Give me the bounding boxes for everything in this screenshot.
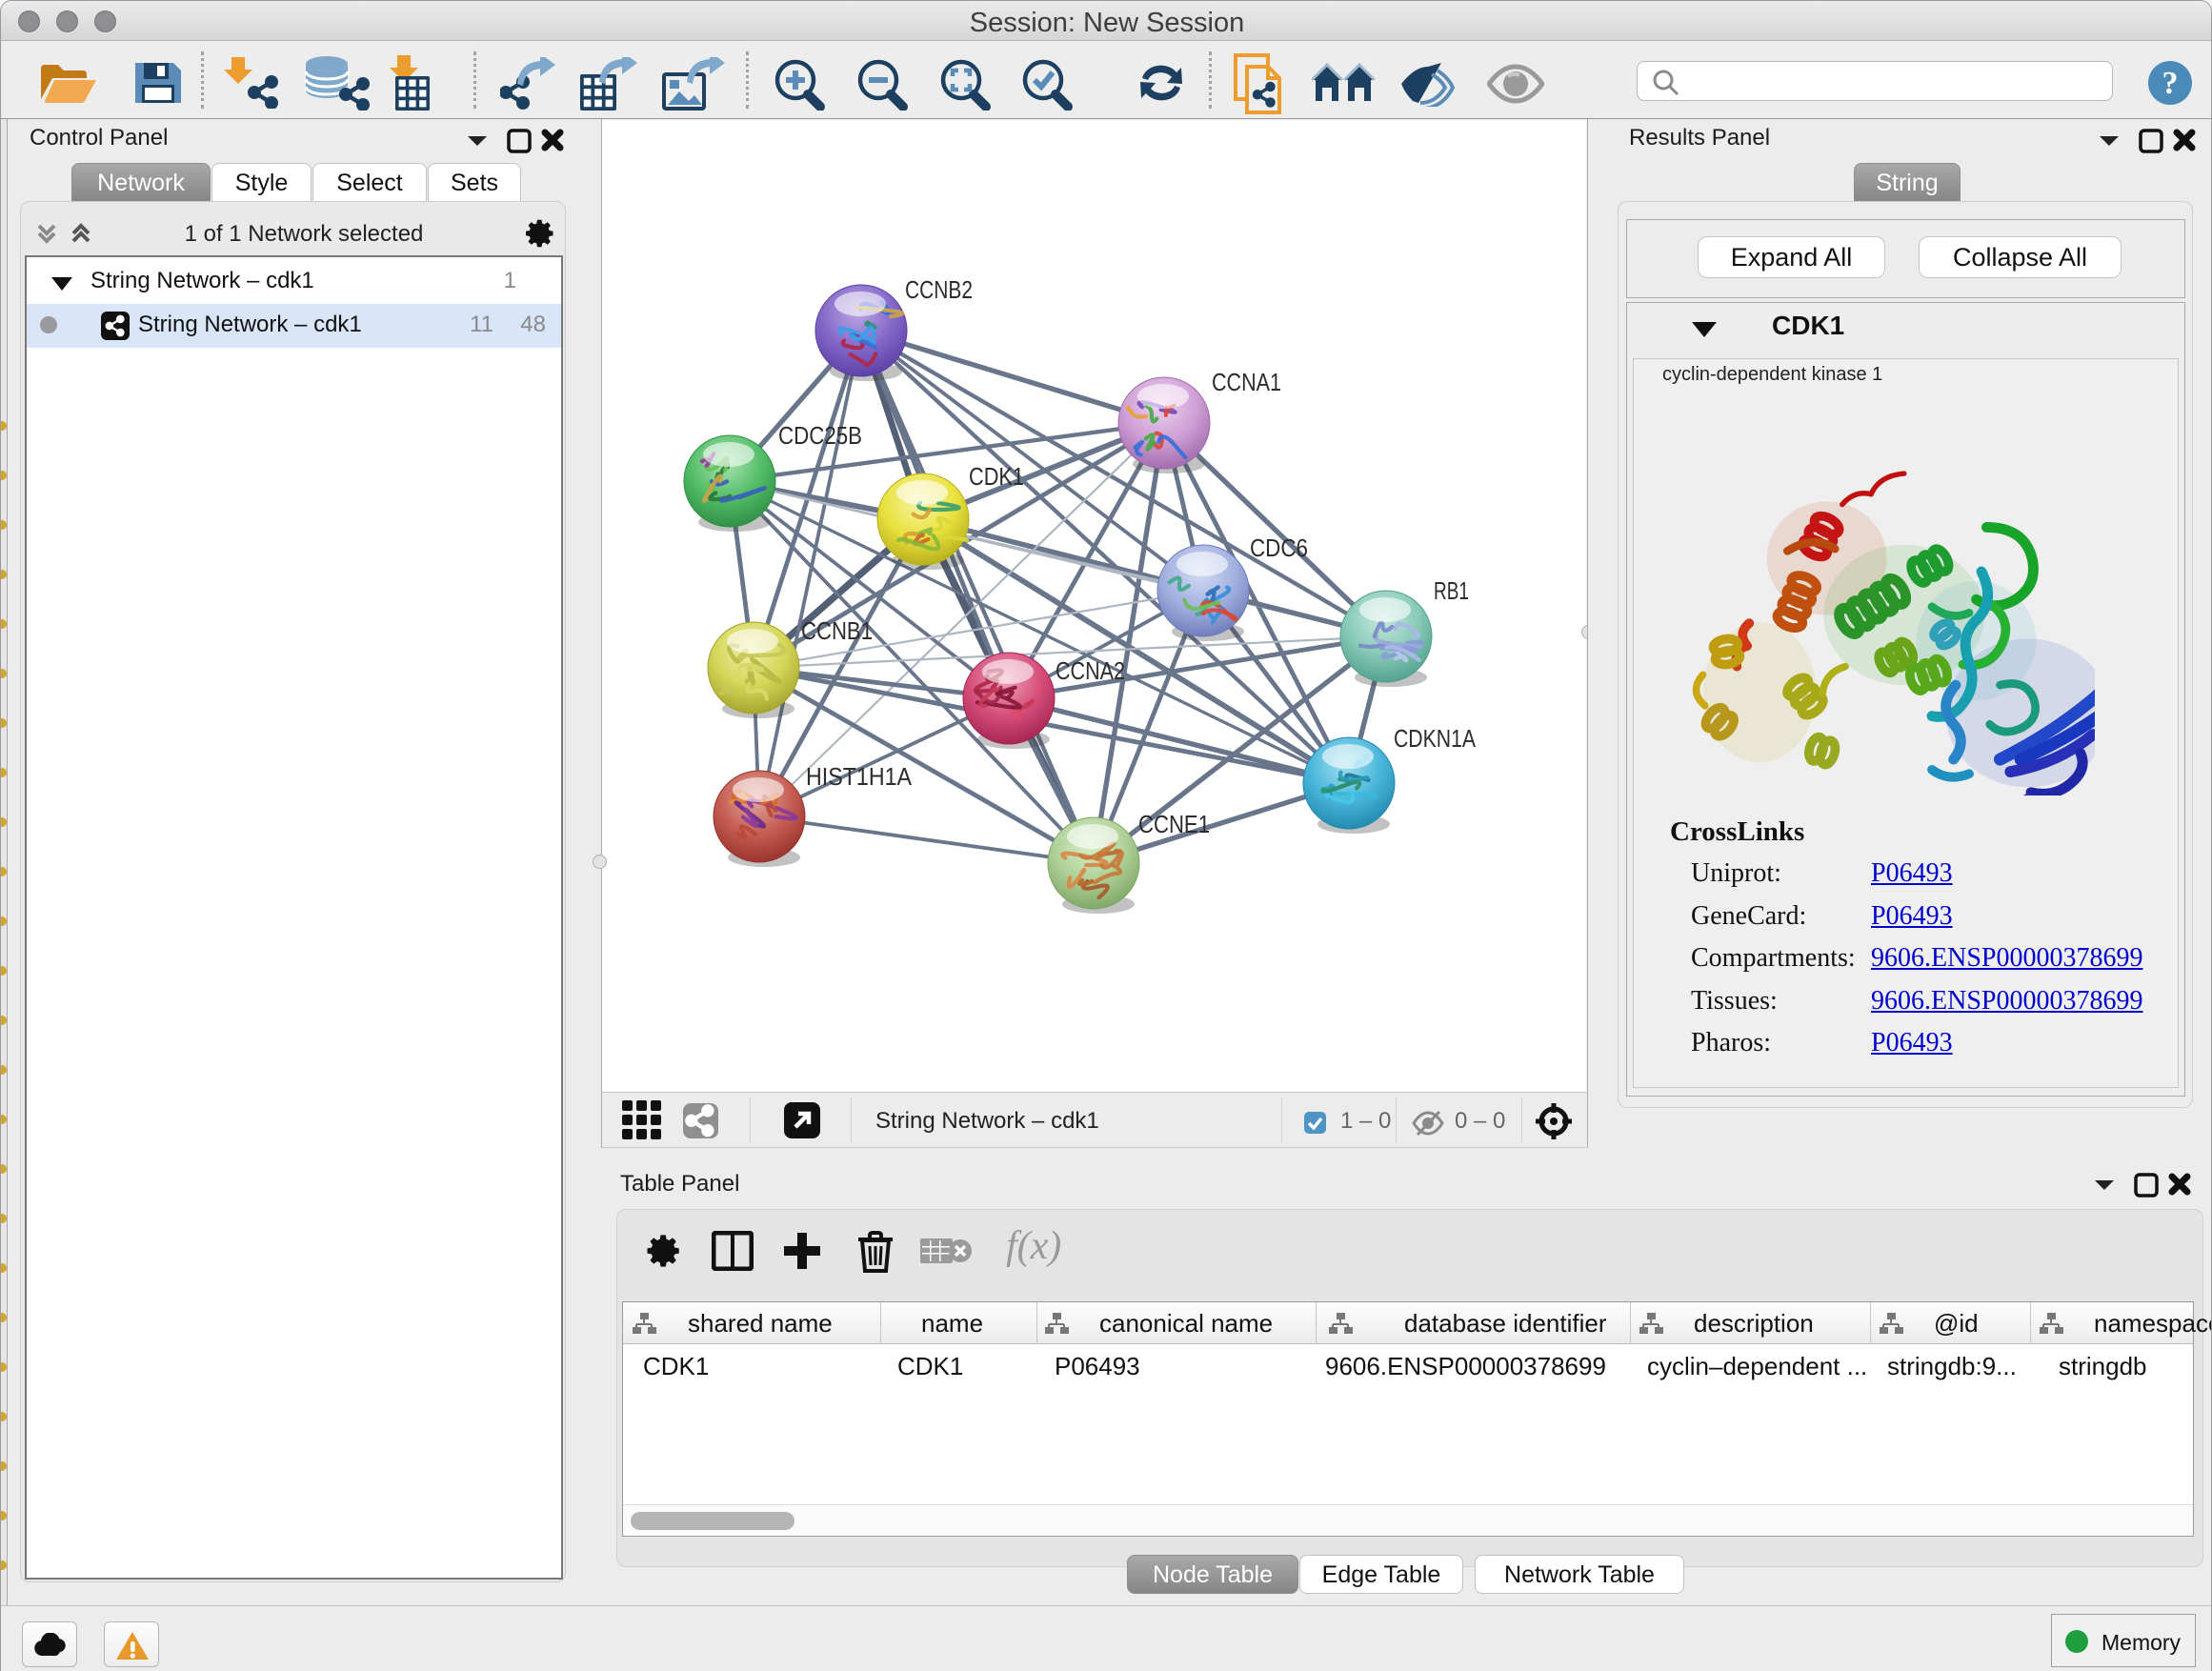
svg-text:CDC6: CDC6 — [1250, 534, 1308, 562]
svg-text:RB1: RB1 — [1434, 576, 1469, 605]
svg-text:CCNE1: CCNE1 — [1138, 810, 1210, 838]
svg-text:CCNA1: CCNA1 — [1212, 368, 1281, 396]
svg-text:HIST1H1A: HIST1H1A — [806, 762, 913, 791]
svg-text:CCNA2: CCNA2 — [1056, 656, 1125, 685]
svg-text:CCNB1: CCNB1 — [801, 616, 873, 645]
svg-text:CDKN1A: CDKN1A — [1394, 724, 1477, 753]
svg-text:CDK1: CDK1 — [969, 462, 1024, 491]
svg-text:CCNB2: CCNB2 — [905, 275, 973, 304]
svg-text:?: ? — [2162, 66, 2179, 101]
svg-text:CDC25B: CDC25B — [778, 421, 862, 450]
